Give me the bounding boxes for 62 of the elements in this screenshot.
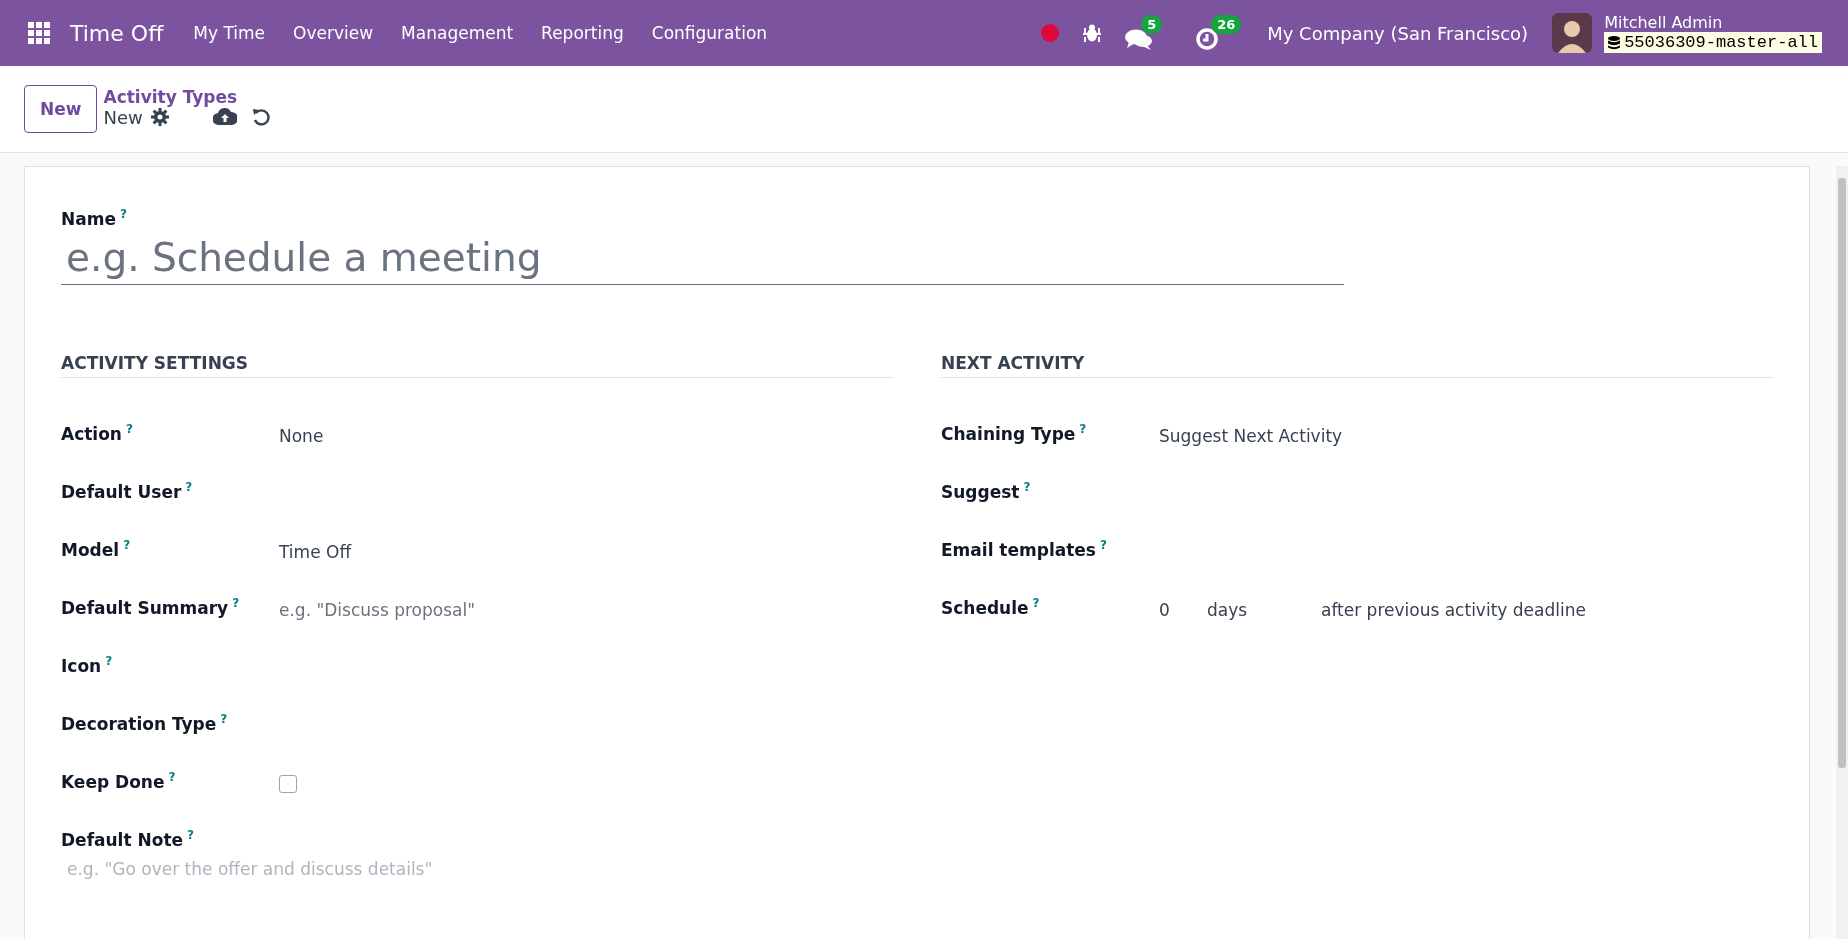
field-label: Model (61, 539, 120, 560)
field-label: Action (61, 423, 122, 444)
field-label: Decoration Type (61, 713, 217, 734)
undo-icon[interactable] (250, 107, 271, 127)
help-tooltip[interactable]: ? (126, 421, 133, 436)
field-label: Suggest (941, 481, 1020, 502)
field-label: Default Summary (61, 597, 229, 618)
help-tooltip[interactable]: ? (1079, 421, 1087, 436)
activities-button[interactable]: 26 (1195, 15, 1238, 51)
chat-bubbles-icon (1125, 27, 1154, 51)
message-count-badge: 5 (1141, 15, 1163, 34)
gear-icon[interactable] (150, 108, 169, 126)
app-name[interactable]: Time Off (70, 20, 164, 46)
field-label: Chaining Type (941, 423, 1076, 444)
help-tooltip[interactable]: ? (168, 769, 176, 784)
field-label: Default Note (61, 829, 184, 850)
help-tooltip[interactable]: ? (105, 653, 113, 668)
record-dot-icon[interactable] (1041, 24, 1060, 42)
menu-item[interactable]: My Time (179, 23, 280, 43)
cloud-upload-icon[interactable] (212, 108, 237, 126)
clock-icon (1195, 27, 1220, 51)
field-label: Icon (61, 655, 102, 676)
help-tooltip[interactable]: ? (119, 207, 127, 221)
breadcrumb-link[interactable]: Activity Types (103, 86, 271, 107)
field-label: Default User (61, 481, 182, 502)
record-title: New (103, 106, 143, 128)
relation-select[interactable]: after previous activity deadline (1321, 599, 1586, 620)
bug-icon[interactable] (1083, 23, 1102, 43)
help-tooltip[interactable]: ? (187, 827, 194, 842)
menu-item[interactable]: Management (387, 23, 528, 43)
select-field[interactable]: Suggest Next Activity (1159, 413, 1773, 446)
select-field[interactable]: None (279, 413, 893, 446)
number-field[interactable]: 0 (1159, 599, 1207, 620)
help-tooltip[interactable]: ? (232, 595, 240, 610)
field-label: Email templates (941, 539, 1096, 560)
help-tooltip[interactable]: ? (220, 711, 228, 726)
scrollbar[interactable] (1836, 166, 1848, 939)
field-label: Schedule (941, 597, 1029, 618)
field-label: Name (61, 208, 116, 229)
activity-count-badge: 26 (1211, 15, 1242, 34)
menu-item[interactable]: Configuration (637, 23, 782, 43)
unit-select[interactable]: days (1207, 599, 1321, 620)
database-icon (1608, 35, 1621, 50)
messages-button[interactable]: 5 (1125, 15, 1172, 51)
help-tooltip[interactable]: ? (1032, 595, 1040, 610)
section-heading: ACTIVITY SETTINGS (61, 352, 893, 378)
help-tooltip[interactable]: ? (1100, 537, 1107, 552)
help-tooltip[interactable]: ? (1023, 479, 1031, 494)
avatar-icon[interactable] (1552, 13, 1593, 53)
select-field[interactable]: Time Off (279, 529, 893, 562)
field-label: Keep Done (61, 771, 165, 792)
menu-item[interactable]: Reporting (527, 23, 638, 43)
menu-item[interactable]: Overview (279, 23, 388, 43)
help-tooltip[interactable]: ? (123, 537, 131, 552)
checkbox[interactable] (279, 774, 297, 793)
apps-grid-icon[interactable] (28, 22, 50, 44)
help-tooltip[interactable]: ? (185, 479, 193, 494)
database-name: 55036309-master-all (1624, 33, 1818, 52)
new-button[interactable]: New (24, 85, 98, 133)
section-heading: NEXT ACTIVITY (941, 352, 1773, 378)
company-switcher[interactable]: My Company (San Francisco) (1267, 22, 1529, 44)
user-name[interactable]: Mitchell Admin (1604, 13, 1822, 32)
